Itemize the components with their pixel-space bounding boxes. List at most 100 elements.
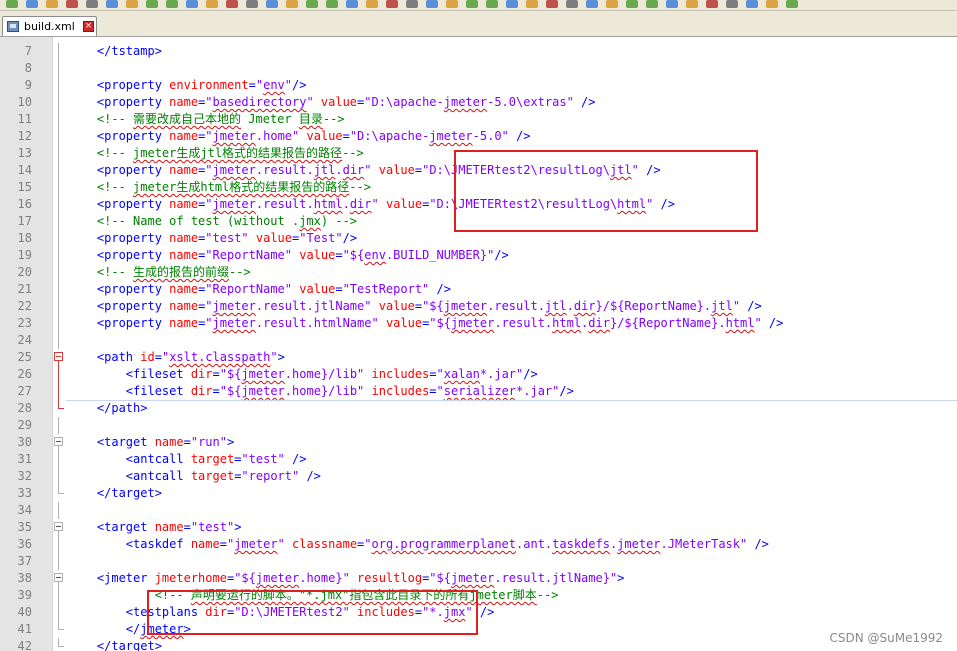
line-number: 32: [17, 469, 32, 483]
tab-build-xml[interactable]: build.xml ×: [2, 16, 97, 36]
code-line[interactable]: 28 </path>: [0, 400, 957, 417]
code-token: value: [378, 163, 415, 177]
close-file-icon[interactable]: [226, 0, 238, 8]
fold-toggle-icon[interactable]: [54, 573, 63, 582]
new-file-icon[interactable]: [6, 0, 18, 8]
paste-icon[interactable]: [786, 0, 798, 8]
paste-icon[interactable]: [466, 0, 478, 8]
fold-guide: [58, 111, 59, 128]
code-line[interactable]: 34: [0, 502, 957, 519]
cut-icon[interactable]: [586, 0, 598, 8]
code-line[interactable]: 19 <property name="ReportName" value="${…: [0, 247, 957, 264]
new-file-icon[interactable]: [646, 0, 658, 8]
open-file-icon[interactable]: [26, 0, 38, 8]
open-file-icon[interactable]: [186, 0, 198, 8]
copy-icon[interactable]: [126, 0, 138, 8]
print-icon[interactable]: [726, 0, 738, 8]
code-line[interactable]: 38 <jmeter jmeterhome="${jmeter.home}" r…: [0, 570, 957, 587]
code-token: -5.0": [472, 129, 509, 143]
code-line[interactable]: 7 </tstamp>: [0, 43, 957, 60]
code-line[interactable]: 27 <fileset dir="${jmeter.home}/lib" inc…: [0, 383, 957, 400]
new-file-icon[interactable]: [326, 0, 338, 8]
code-line[interactable]: 41 </jmeter>: [0, 621, 957, 638]
print-icon[interactable]: [566, 0, 578, 8]
code-token: name: [190, 537, 220, 551]
code-line[interactable]: 23 <property name="jmeter.result.htmlNam…: [0, 315, 957, 332]
code-token: />: [523, 367, 538, 381]
code-line[interactable]: 29: [0, 417, 957, 434]
code-line[interactable]: 10 <property name="basedirectory" value=…: [0, 94, 957, 111]
fold-toggle-icon[interactable]: [54, 522, 63, 531]
save-icon[interactable]: [526, 0, 538, 8]
tab-bar: build.xml ×: [0, 11, 957, 37]
paste-icon[interactable]: [146, 0, 158, 8]
close-file-icon[interactable]: [386, 0, 398, 8]
code-token: -->: [342, 146, 364, 160]
line-number: 40: [17, 605, 32, 619]
code-token: jmeter: [429, 129, 473, 143]
line-number: 38: [17, 571, 32, 585]
code-token: />: [761, 316, 784, 330]
code-line[interactable]: 30 <target name="run">: [0, 434, 957, 451]
close-file-icon[interactable]: [546, 0, 558, 8]
code-line[interactable]: 36 <taskdef name="jmeter" classname="org…: [0, 536, 957, 553]
close-icon[interactable]: ×: [83, 21, 94, 32]
print-icon[interactable]: [86, 0, 98, 8]
code-line[interactable]: 12 <property name="jmeter.home" value="D…: [0, 128, 957, 145]
cut-icon[interactable]: [106, 0, 118, 8]
code-line[interactable]: 11 <!-- 需要改成自己本地的 Jmeter 目录-->: [0, 111, 957, 128]
code-line[interactable]: 33 </target>: [0, 485, 957, 502]
code-line[interactable]: 26 <fileset dir="${jmeter.home}/lib" inc…: [0, 366, 957, 383]
new-file-icon[interactable]: [486, 0, 498, 8]
cut-icon[interactable]: [746, 0, 758, 8]
code-token: <jmeter: [96, 571, 155, 585]
code-token: <property: [96, 231, 170, 245]
copy-icon[interactable]: [606, 0, 618, 8]
open-file-icon[interactable]: [506, 0, 518, 8]
fold-toggle-icon[interactable]: [54, 352, 63, 361]
code-editor[interactable]: 7 </tstamp> 8 9 <property environment="env…: [0, 37, 957, 651]
code-line[interactable]: 8: [0, 60, 957, 77]
open-file-icon[interactable]: [346, 0, 358, 8]
save-icon[interactable]: [366, 0, 378, 8]
code-line[interactable]: 42 </target>: [0, 638, 957, 651]
code-line[interactable]: 32 <antcall target="report" />: [0, 468, 957, 485]
code-token: <target: [96, 435, 155, 449]
code-line[interactable]: 31 <antcall target="test" />: [0, 451, 957, 468]
code-line[interactable]: 35 <target name="test">: [0, 519, 957, 536]
code-token: <property: [96, 163, 170, 177]
fold-guide: [58, 417, 59, 434]
code-line[interactable]: 40 <testplans dir="D:\JMETERtest2" inclu…: [0, 604, 957, 621]
code-token: jmeter生成jtl格式的结果报告的路径: [133, 146, 343, 160]
save-icon[interactable]: [46, 0, 58, 8]
code-line[interactable]: 18 <property name="test" value="Test"/>: [0, 230, 957, 247]
fold-toggle-icon[interactable]: [54, 437, 63, 446]
code-line[interactable]: 37: [0, 553, 957, 570]
cut-icon[interactable]: [426, 0, 438, 8]
code-token: jmeter: [212, 299, 256, 313]
code-token: "D:\apache-: [364, 95, 444, 109]
print-icon[interactable]: [246, 0, 258, 8]
code-line[interactable]: 25 <path id="xslt.classpath">: [0, 349, 957, 366]
paste-icon[interactable]: [306, 0, 318, 8]
save-icon[interactable]: [686, 0, 698, 8]
copy-icon[interactable]: [766, 0, 778, 8]
code-line[interactable]: 21 <property name="ReportName" value="Te…: [0, 281, 957, 298]
close-file-icon[interactable]: [66, 0, 78, 8]
paste-icon[interactable]: [626, 0, 638, 8]
code-line[interactable]: 9 <property environment="env"/>: [0, 77, 957, 94]
print-icon[interactable]: [406, 0, 418, 8]
cut-icon[interactable]: [266, 0, 278, 8]
close-file-icon[interactable]: [706, 0, 718, 8]
copy-icon[interactable]: [286, 0, 298, 8]
code-line[interactable]: 24: [0, 332, 957, 349]
open-file-icon[interactable]: [666, 0, 678, 8]
new-file-icon[interactable]: [166, 0, 178, 8]
copy-icon[interactable]: [446, 0, 458, 8]
code-line[interactable]: 22 <property name="jmeter.result.jtlName…: [0, 298, 957, 315]
code-line[interactable]: 39 <!-- 声明要运行的脚本。"*.jmx"指包含此目录下的所有jmeter…: [0, 587, 957, 604]
code-line[interactable]: 20 <!-- 生成的报告的前缀-->: [0, 264, 957, 281]
save-icon[interactable]: [206, 0, 218, 8]
